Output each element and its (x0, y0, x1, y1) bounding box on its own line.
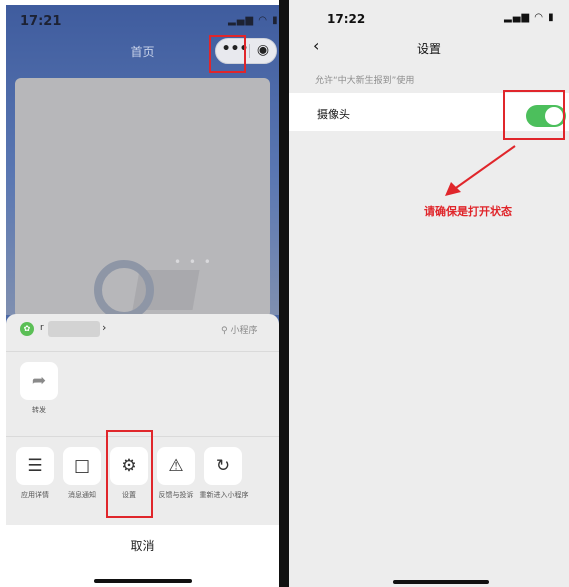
notification-icon[interactable]: □ (63, 447, 101, 485)
highlight-box-more (209, 35, 246, 73)
chevron-right-icon: › (102, 321, 107, 334)
left-phone-screen: 17:21 ▂▄▆ ◠ ▮ 首页 ••• ◉ • • • ✿ r › ⚲ 小程序… (6, 5, 279, 587)
page-title: 设置 (416, 42, 441, 56)
status-time: 17:21 (20, 14, 62, 29)
annotation-arrow-icon (445, 145, 516, 196)
app-logo-icon: ✿ (20, 322, 34, 336)
blurred-app-name (48, 321, 100, 337)
screenshot-separator (279, 0, 289, 587)
share-icon[interactable]: ➦ (20, 362, 58, 400)
status-time: 17:22 (327, 12, 366, 26)
app-details-icon[interactable]: ☰ (16, 447, 54, 485)
miniprogram-label: ⚲ 小程序 (221, 326, 258, 336)
permission-caption: 允许“中大新生报到”使用 (315, 76, 415, 86)
camera-label: 摄像头 (317, 108, 350, 121)
home-indicator (94, 579, 192, 583)
capsule-divider (249, 44, 250, 58)
status-icons: ▂▄▆ ◠ ▮ (504, 12, 555, 23)
right-phone-screen: 17:22 ▂▄▆ ◠ ▮ ‹ 设置 允许“中大新生报到”使用 摄像头 请确保是… (289, 0, 569, 587)
dots-icon: • • • (174, 255, 213, 269)
close-miniprogram-button[interactable]: ◉ (255, 42, 271, 58)
app-name: r (40, 323, 44, 333)
highlight-box-settings (106, 430, 153, 518)
cancel-area (6, 525, 279, 587)
highlight-box-toggle (503, 90, 565, 140)
reenter-refresh-icon[interactable]: ↻ (204, 447, 242, 485)
reenter-label: 重新进入小程序 (199, 491, 249, 499)
share-label: 转发 (32, 406, 46, 414)
home-indicator (393, 580, 489, 584)
feedback-warning-icon[interactable]: ⚠ (157, 447, 195, 485)
instruction-note: 请确保是打开状态 (424, 205, 512, 218)
cancel-button[interactable]: 取消 (6, 537, 279, 554)
status-icons: ▂▄▆ ◠ ▮ (228, 15, 279, 26)
magnifier-illustration-icon (94, 260, 154, 320)
